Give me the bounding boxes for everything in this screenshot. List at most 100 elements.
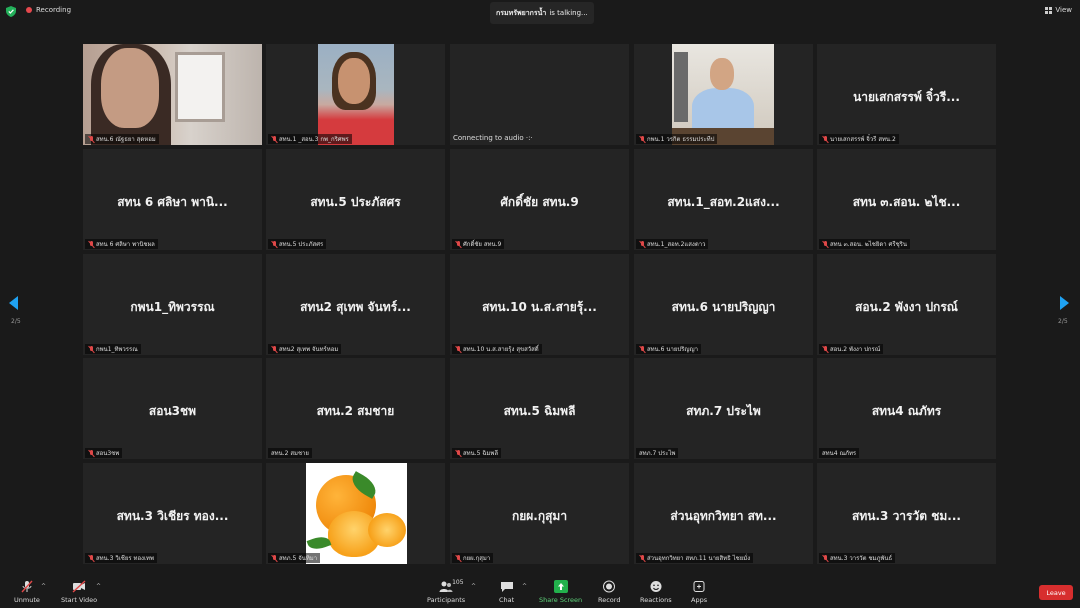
participant-display-name: สทน2 สุเทพ จันทร์... bbox=[300, 300, 411, 314]
participant-tile[interactable]: สทน.10 น.ส.สายรุ้... สทน.10 น.ส.สายรุ้ง ส… bbox=[450, 254, 629, 355]
participant-display-name: สทน4 ณภัทร bbox=[871, 404, 942, 418]
participant-name: สทน.3 วิเชียร ทองเทพ bbox=[96, 555, 154, 562]
microphone-muted-icon bbox=[88, 449, 94, 457]
participant-name: สทน 6 ศลิษา พานิชผล bbox=[96, 241, 155, 248]
participant-name-label: สทน.6 ณัฐธยา สุดหอม bbox=[85, 134, 159, 144]
participants-options-caret-icon[interactable]: ^ bbox=[471, 583, 476, 590]
participant-tile[interactable]: สทน.5 ฉิมพลี สทน.5 ฉิมพลี bbox=[450, 358, 629, 459]
participant-name-label: สอน3ชพ bbox=[85, 448, 123, 458]
top-bar: Recording กรมทรัพยากรน้ำ is talking... V… bbox=[0, 0, 1080, 26]
next-page-arrow-icon[interactable] bbox=[1060, 296, 1069, 310]
participant-name-label: สทน.6 นายปริญญา bbox=[636, 344, 701, 354]
participant-tile[interactable]: นายเสกสรรพ์ จิ๋วรี... นายเสกสรรพ์ จิ๋วรี … bbox=[817, 44, 996, 145]
participant-gallery: สทน.6 ณัฐธยา สุดหอม สทน.1 _สอน.3 กพ_กริศพ… bbox=[83, 44, 997, 564]
audio-options-caret-icon[interactable]: ^ bbox=[41, 583, 46, 590]
participant-tile[interactable]: สทภ.5 จันทิมา bbox=[266, 463, 445, 564]
participant-display-name: กพน1_ทิพวรรณ bbox=[130, 300, 215, 314]
participant-name-label: สทน.10 น.ส.สายรุ้ง สุขสวัสดิ์ bbox=[452, 344, 542, 354]
participant-display-name: สทน.1_สอท.2แสง... bbox=[667, 195, 780, 209]
participant-name: สทน2 สุเทพ จันทร์หอม bbox=[279, 346, 339, 353]
participant-tile[interactable]: สทน.3 วารวัต ชม... สทน.3 วารวัต ชมภูพันธ์ bbox=[817, 463, 996, 564]
participant-tile[interactable]: สอน3ชพ สอน3ชพ bbox=[83, 358, 262, 459]
participant-tile[interactable]: สทน.6 นายปริญญา สทน.6 นายปริญญา bbox=[634, 254, 813, 355]
microphone-muted-icon bbox=[639, 135, 645, 143]
meeting-toolbar: Unmute ^ Start Video ^ 105 Participants … bbox=[0, 574, 1080, 608]
participant-name: สอน3ชพ bbox=[96, 450, 120, 457]
participant-name-label: กพน1_ทิพวรรณ bbox=[85, 344, 141, 354]
share-screen-label: Share Screen bbox=[539, 596, 583, 604]
participant-tile[interactable]: สทน ๓.สอน. ๒ไช... สทน ๓.สอน. ๒ไชยิดา ศรีช… bbox=[817, 149, 996, 250]
participant-name: ส่วนอุทกวิทยา สทภ.11 นายสิทธิ ไชยมั่ง bbox=[647, 555, 751, 562]
share-screen-button[interactable]: Share Screen bbox=[539, 580, 582, 604]
microphone-muted-icon bbox=[639, 240, 645, 248]
participant-name: สอน.2 พังงา ปกรณ์ bbox=[830, 346, 881, 353]
participant-tile[interactable]: สทน.5 ประภัสศร สทน.5 ประภัสศร bbox=[266, 149, 445, 250]
participant-display-name: กยผ.กุสุมา bbox=[511, 509, 568, 523]
participant-name: สทน.2 สมชาย bbox=[271, 450, 309, 457]
participant-video-feed bbox=[83, 44, 262, 145]
microphone-muted-icon bbox=[88, 240, 94, 248]
participant-name-label: สทน.1 _สอน.3 กพ_กริศพร bbox=[268, 134, 352, 144]
participant-name-label: สทภ.7 ประไพ bbox=[636, 448, 679, 458]
recording-indicator[interactable]: Recording bbox=[26, 6, 71, 14]
participant-name: สทน.6 ณัฐธยา สุดหอม bbox=[96, 136, 156, 143]
participants-icon: 105 bbox=[439, 579, 464, 593]
leave-button[interactable]: Leave bbox=[1039, 585, 1073, 600]
video-off-icon bbox=[72, 580, 86, 593]
chat-label: Chat bbox=[499, 596, 515, 604]
record-icon bbox=[602, 580, 616, 593]
chat-options-caret-icon[interactable]: ^ bbox=[522, 583, 527, 590]
participant-tile[interactable]: สทน.1_สอท.2แสง... สทน.1_สอท.2แสงดาว bbox=[634, 149, 813, 250]
recording-dot-icon bbox=[26, 7, 32, 13]
participant-tile[interactable]: สทน4 ณภัทร สทน4 ณภัทร bbox=[817, 358, 996, 459]
participant-name-label: สทน.5 ประภัสศร bbox=[268, 239, 327, 249]
security-shield-icon[interactable] bbox=[6, 6, 16, 17]
microphone-muted-icon bbox=[639, 345, 645, 353]
active-speaker-banner: กรมทรัพยากรน้ำ is talking... bbox=[490, 2, 594, 24]
unmute-button[interactable]: Unmute bbox=[14, 580, 40, 604]
reactions-button[interactable]: Reactions bbox=[640, 580, 672, 604]
participants-button[interactable]: 105 Participants bbox=[427, 579, 465, 604]
participant-tile[interactable]: สทน.6 ณัฐธยา สุดหอม bbox=[83, 44, 262, 145]
participant-tile[interactable]: ศักดิ์ชัย สทน.9 ศักดิ์ชัย สทน.9 bbox=[450, 149, 629, 250]
participant-tile[interactable]: สทน.1 _สอน.3 กพ_กริศพร bbox=[266, 44, 445, 145]
page-indicator-left: 2/5 bbox=[11, 318, 21, 325]
apps-button[interactable]: Apps bbox=[691, 580, 707, 604]
participant-name: กพน1_ทิพวรรณ bbox=[96, 346, 138, 353]
participant-tile[interactable]: กยผ.กุสุมา กยผ.กุสุมา bbox=[450, 463, 629, 564]
previous-page-arrow-icon[interactable] bbox=[9, 296, 18, 310]
loading-spinner-icon: ·:· bbox=[525, 134, 533, 142]
participant-tile[interactable]: สทน 6 ศลิษา พานิ... สทน 6 ศลิษา พานิชผล bbox=[83, 149, 262, 250]
reactions-label: Reactions bbox=[640, 596, 672, 604]
microphone-muted-icon bbox=[455, 345, 461, 353]
participant-name: สทน.3 วารวัต ชมภูพันธ์ bbox=[830, 555, 893, 562]
start-video-label: Start Video bbox=[61, 596, 98, 604]
record-button[interactable]: Record bbox=[598, 580, 620, 604]
participant-display-name: สทน 6 ศลิษา พานิ... bbox=[117, 195, 228, 209]
participant-display-name: นายเสกสรรพ์ จิ๋วรี... bbox=[853, 90, 960, 104]
apps-icon bbox=[692, 580, 706, 593]
apps-label: Apps bbox=[691, 596, 708, 604]
microphone-muted-icon bbox=[271, 135, 277, 143]
participant-tile[interactable]: สทน2 สุเทพ จันทร์... สทน2 สุเทพ จันทร์หอม bbox=[266, 254, 445, 355]
participant-video-feed bbox=[672, 44, 774, 145]
start-video-button[interactable]: Start Video bbox=[61, 580, 97, 604]
microphone-muted-icon bbox=[822, 240, 828, 248]
participant-tile[interactable]: กพน.1 วรกิต ธรรมประทีป bbox=[634, 44, 813, 145]
view-label: View bbox=[1055, 6, 1072, 14]
participant-tile[interactable]: กพน1_ทิพวรรณ กพน1_ทิพวรรณ bbox=[83, 254, 262, 355]
participant-tile[interactable]: Connecting to audio ·:· bbox=[450, 44, 629, 145]
participant-tile[interactable]: สทน.2 สมชาย สทน.2 สมชาย bbox=[266, 358, 445, 459]
microphone-muted-icon bbox=[271, 554, 277, 562]
view-button[interactable]: View bbox=[1045, 6, 1072, 14]
participant-tile[interactable]: สทภ.7 ประไพ สทภ.7 ประไพ bbox=[634, 358, 813, 459]
video-options-caret-icon[interactable]: ^ bbox=[96, 583, 101, 590]
participant-name-label: สทน.1_สอท.2แสงดาว bbox=[636, 239, 709, 249]
participant-tile[interactable]: ส่วนอุทกวิทยา สท... ส่วนอุทกวิทยา สทภ.11 … bbox=[634, 463, 813, 564]
participant-name: สทน.1 _สอน.3 กพ_กริศพร bbox=[279, 136, 349, 143]
participant-tile[interactable]: สทน.3 วิเชียร ทอง... สทน.3 วิเชียร ทองเทพ bbox=[83, 463, 262, 564]
participant-display-name: สทน.6 นายปริญญา bbox=[671, 300, 776, 314]
chat-button[interactable]: Chat bbox=[499, 580, 514, 604]
microphone-muted-icon bbox=[822, 345, 828, 353]
participant-tile[interactable]: สอน.2 พังงา ปกรณ์ สอน.2 พังงา ปกรณ์ bbox=[817, 254, 996, 355]
